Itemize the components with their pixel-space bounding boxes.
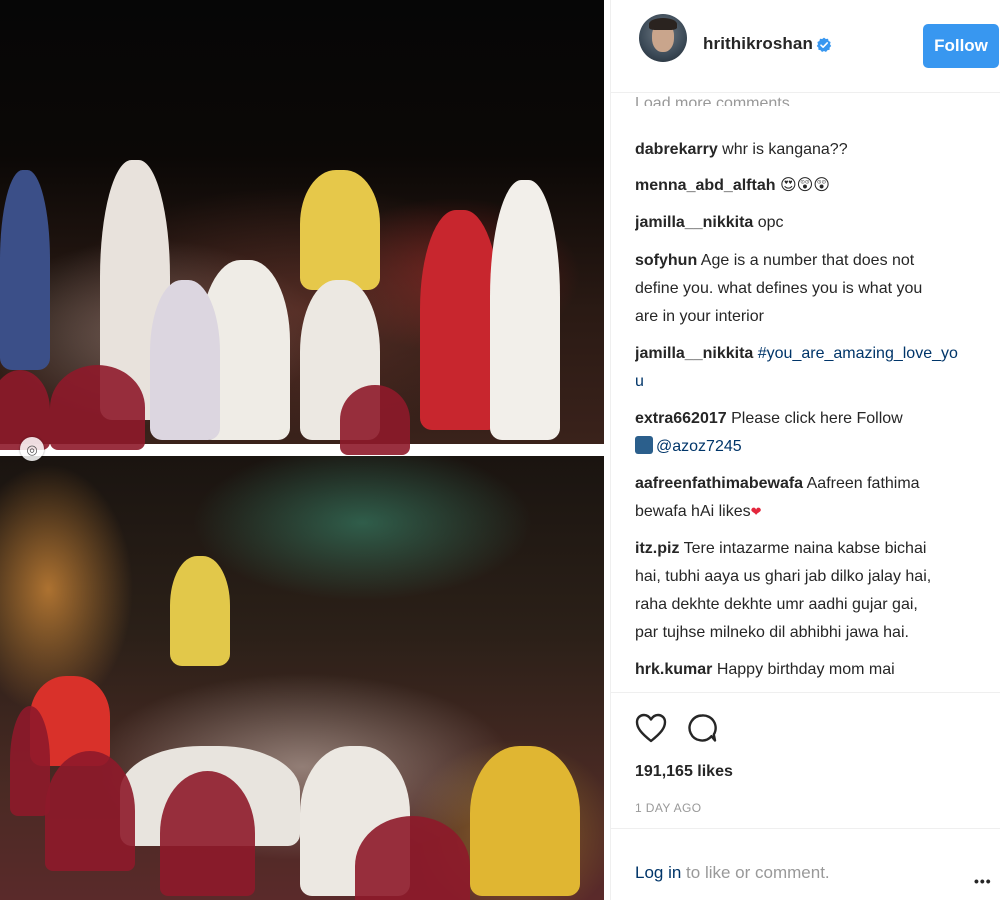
chair <box>160 771 255 896</box>
figure <box>490 180 560 440</box>
comment-text: whr is kangana?? <box>722 141 848 158</box>
figure <box>170 556 230 666</box>
avatar[interactable] <box>639 14 687 62</box>
chair <box>10 706 50 816</box>
comment-item: menna_abd_alftah 😍😲😲 <box>635 172 991 200</box>
comment-username[interactable]: menna_abd_alftah <box>635 177 775 194</box>
figure <box>0 170 50 370</box>
badge-icon <box>635 436 653 454</box>
likes-count[interactable]: 191,165 likes <box>635 763 733 781</box>
comment-text: opc <box>757 214 784 231</box>
comment-text: Tere intazarme naina kabse bichai <box>683 540 927 557</box>
comment-item: extra662017 Please click here Follow @az… <box>635 405 991 461</box>
comment-item: jamilla__nikkita opc <box>635 209 991 237</box>
chair <box>355 816 470 900</box>
post-photo-bottom[interactable] <box>0 456 604 900</box>
comment-item: hrk.kumar Happy birthday mom mai <box>635 656 991 684</box>
comment-text: raha dekhte dekhte umr aadhi gujar gai, <box>635 596 918 613</box>
chair <box>340 385 410 455</box>
load-more-comments-link[interactable]: Load more comments <box>635 94 790 106</box>
comment-text: bewafa hAi likes <box>635 503 751 520</box>
hashtag-link[interactable]: u <box>635 368 991 396</box>
post-header: hrithikroshan Follow <box>611 0 1000 93</box>
comment-text: are in your interior <box>635 308 764 325</box>
comment-username[interactable]: hrk.kumar <box>635 661 712 678</box>
comment-item: jamilla__nikkita #you_are_amazing_love_y… <box>635 340 991 396</box>
comment-text: hai, tubhi aaya us ghari jab dilko jalay… <box>635 568 932 585</box>
avatar-hair <box>649 18 677 30</box>
post-photo-top[interactable] <box>0 0 604 455</box>
post-panel: hrithikroshan Follow Load more comments … <box>610 0 1000 900</box>
comment-text: Happy birthday mom mai <box>716 661 895 678</box>
heart-emoji-icon: ❤ <box>750 504 762 519</box>
comment-text: Please click here Follow <box>731 410 903 427</box>
comment-text: define you. what defines you is what you <box>635 280 923 297</box>
login-link[interactable]: Log in <box>635 863 681 882</box>
comment-item: sofyhun Age is a number that does not de… <box>635 247 991 331</box>
comments-list: Load more comments dabrekarry whr is kan… <box>635 92 991 692</box>
post-footer: Log in to like or comment. ••• <box>611 828 1000 901</box>
comment-item: itz.piz Tere intazarme naina kabse bicha… <box>635 535 991 647</box>
chair <box>50 365 145 450</box>
comment-text: Aafreen fathima <box>806 475 920 492</box>
comment-item: dabrekarry whr is kangana?? <box>635 136 991 164</box>
comment-username[interactable]: jamilla__nikkita <box>635 345 753 362</box>
comment-text: 😍😲😲 <box>779 177 830 194</box>
login-prompt: Log in to like or comment. <box>635 863 830 883</box>
post-timestamp: 1 DAY AGO <box>635 801 702 815</box>
figure <box>470 746 580 896</box>
comment-username[interactable]: extra662017 <box>635 410 727 427</box>
comment-username[interactable]: aafreenfathimabewafa <box>635 475 803 492</box>
chair <box>45 751 135 871</box>
hashtag-link[interactable]: #you_are_amazing_love_yo <box>758 345 958 362</box>
post-photo-area: ◎ <box>0 0 607 900</box>
figure <box>420 210 500 430</box>
verified-badge-icon <box>816 37 832 52</box>
comment-username[interactable]: itz.piz <box>635 540 679 557</box>
comment-username[interactable]: jamilla__nikkita <box>635 214 753 231</box>
comment-item: aafreenfathimabewafa Aafreen fathima bew… <box>635 470 991 526</box>
follow-button[interactable]: Follow <box>923 24 999 68</box>
comment-text: par tujhse milneko dil abhibhi jawa hai. <box>635 624 909 641</box>
more-options-icon[interactable]: ••• <box>974 873 992 889</box>
mention-link[interactable]: @azoz7245 <box>656 438 742 455</box>
comment-username[interactable]: dabrekarry <box>635 141 718 158</box>
figure <box>150 280 220 440</box>
figure <box>300 170 380 290</box>
carousel-indicator-icon[interactable]: ◎ <box>20 437 44 461</box>
comment-text: Age is a number that does not <box>700 252 915 269</box>
heart-icon[interactable] <box>635 713 667 743</box>
username-link[interactable]: hrithikroshan <box>703 34 813 54</box>
comment-bubble-icon[interactable] <box>687 713 717 743</box>
comment-username[interactable]: sofyhun <box>635 252 697 269</box>
login-prompt-text: to like or comment. <box>681 863 830 882</box>
